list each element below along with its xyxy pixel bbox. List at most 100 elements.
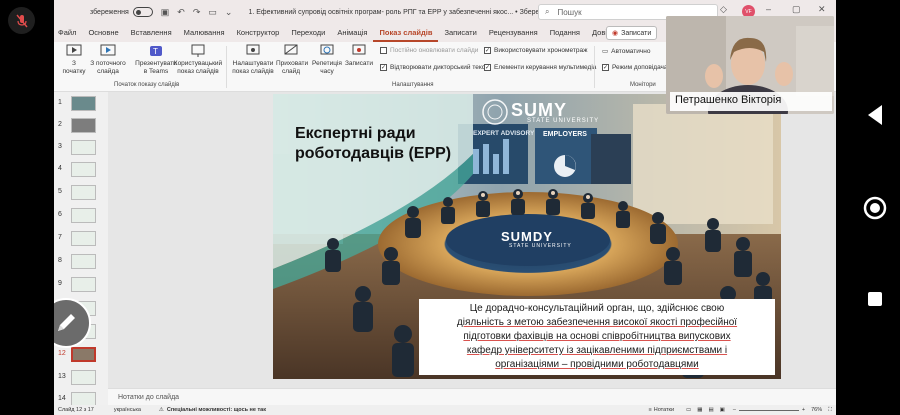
search-placeholder: Пошук [557, 7, 582, 17]
mic-off-icon[interactable] [8, 7, 35, 34]
teams-icon: T [150, 46, 162, 56]
tab-animations[interactable]: Анімація [331, 24, 373, 42]
notes-toggle[interactable]: Нотатки [654, 407, 674, 413]
from-start-button[interactable]: З початку [60, 44, 88, 76]
university-logo-subtitle: STATE UNIVERSITY [527, 118, 600, 124]
caption-line: Це дорадчо-консультаційний орган, що, зд… [469, 303, 725, 314]
tab-record[interactable]: Записати [438, 24, 482, 42]
reading-view-icon[interactable]: ▤ [708, 407, 713, 413]
slide-thumbnail[interactable]: 4 [56, 160, 106, 182]
divider [594, 46, 595, 88]
tab-view[interactable]: Подання [544, 24, 586, 42]
document-title: 1. Ефективний супровід освітніх програм-… [248, 8, 586, 16]
redo-icon[interactable]: ↷ [193, 7, 201, 18]
monitor-icon: ▭ [602, 48, 609, 55]
media-controls-checkbox[interactable]: ✓ Елементи керування мультимедіа [484, 64, 596, 71]
minimize-icon[interactable]: – [766, 4, 771, 14]
custom-show-icon [191, 44, 205, 57]
rehearse-icon [320, 44, 334, 55]
slideshow-view-icon[interactable]: ▣ [720, 407, 725, 413]
tab-insert[interactable]: Вставлення [125, 24, 178, 42]
rehearse-button[interactable]: Репетиція часу [312, 44, 342, 76]
timings-checkbox[interactable]: ✓ Використовувати хронометраж [484, 47, 587, 54]
monitor-select[interactable]: ▭ Автоматично [602, 47, 650, 56]
notes-pane[interactable]: Нотатки до слайда [108, 388, 836, 405]
setup-show-button[interactable]: Налаштувати показ слайдів [230, 44, 276, 76]
close-icon[interactable]: ✕ [818, 4, 826, 15]
group-label-start: Початок показу слайдів [114, 82, 180, 88]
zoom-slider[interactable] [738, 409, 799, 411]
caption-line: кафедр університету із зацікавленими під… [466, 345, 728, 356]
slide-thumbnail[interactable]: 2 [56, 116, 106, 138]
mic-off-glyph [15, 14, 28, 27]
maximize-icon[interactable]: ▢ [792, 4, 801, 15]
notes-icon[interactable]: ≡ [649, 407, 652, 413]
expert-advisory-sign: EXPERT ADVISORY [473, 130, 535, 137]
save-icon[interactable]: ▣ [161, 7, 170, 18]
custom-show-button[interactable]: Користувацький показ слайдів [172, 44, 224, 76]
normal-view-icon[interactable]: ▭ [686, 407, 691, 413]
slide-thumbnail[interactable]: 8 [56, 252, 106, 274]
slide-counter: Слайд 12 з 17 [58, 407, 94, 413]
checkbox-unchecked-icon [380, 47, 387, 54]
record-button[interactable]: ◉ Записати [606, 26, 658, 40]
slide-editing-area: Експертні ради роботодавців (ЕРР) SUMY S… [108, 92, 836, 388]
divider [226, 46, 227, 88]
checkbox-checked-icon: ✓ [602, 64, 609, 71]
pen-glyph [58, 314, 75, 331]
update-slides-checkbox[interactable]: Постійно оновлювати слайди [380, 47, 478, 54]
slide-thumbnail[interactable]: 13 [56, 368, 106, 390]
tab-home[interactable]: Основне [82, 24, 124, 42]
language-indicator[interactable]: українська [114, 407, 141, 413]
customize-toolbar-icon[interactable]: ⌄ [225, 7, 233, 18]
tab-review[interactable]: Рецензування [483, 24, 544, 42]
slide-thumbnail[interactable]: 1 [56, 94, 106, 116]
tab-draw[interactable]: Малювання [178, 24, 231, 42]
status-bar: Слайд 12 з 17 українська ⚠ Спеціальні мо… [54, 405, 836, 415]
slide-thumbnail-current[interactable]: 12 [56, 345, 106, 367]
autosave-toggle[interactable] [132, 7, 153, 17]
caption-line: підготовки фахівців на основі співробітн… [463, 331, 731, 342]
svg-text:T: T [153, 47, 158, 56]
fit-slide-icon[interactable]: ⛶ [828, 407, 832, 414]
employers-sign: EMPLOYERS [543, 131, 587, 138]
play-start-icon [66, 44, 82, 56]
table-logo-subtitle: STATE UNIVERSITY [509, 243, 572, 249]
recent-apps-icon[interactable] [867, 291, 883, 307]
zoom-level[interactable]: 76% [811, 407, 822, 413]
phone-screen: збереження ▣ ↶ ↷ ▭ ⌄ 1. Ефективний супро… [0, 0, 900, 415]
diamond-icon[interactable]: ◇ [720, 4, 727, 15]
zoom-in-icon[interactable]: + [802, 407, 805, 413]
tab-slide-show[interactable]: Показ слайдів [373, 24, 439, 42]
play-current-icon [100, 44, 116, 56]
slide-thumbnail[interactable]: 5 [56, 183, 106, 205]
record-ribbon-button[interactable]: Записати [344, 44, 374, 68]
undo-icon[interactable]: ↶ [177, 7, 185, 18]
caption-line: організаціями – провідними роботодавцями [495, 359, 699, 370]
record-slide-icon [352, 44, 366, 55]
sorter-view-icon[interactable]: ▦ [697, 407, 702, 413]
narration-checkbox[interactable]: ✓ Відтворювати дикторський текст [380, 64, 488, 71]
slide-title: Експертні ради роботодавців (ЕРР) [295, 125, 452, 162]
zoom-out-icon[interactable]: – [733, 407, 736, 413]
current-slide[interactable]: Експертні ради роботодавців (ЕРР) SUMY S… [273, 94, 781, 379]
accessibility-icon: ⚠ [158, 407, 164, 413]
slide-thumbnails-pane: 1 2 3 4 5 6 7 8 9 10 11 12 13 14 [54, 92, 108, 407]
slide-thumbnail[interactable]: 7 [56, 229, 106, 251]
from-current-button[interactable]: З поточного слайда [88, 44, 128, 76]
presenter-view-checkbox[interactable]: ✓ Режим доповідача [602, 64, 668, 71]
slide-thumbnail[interactable]: 6 [56, 206, 106, 228]
present-icon[interactable]: ▭ [208, 7, 217, 18]
slide-thumbnail[interactable]: 3 [56, 138, 106, 160]
slide-thumbnail[interactable]: 9 [56, 275, 106, 297]
checkbox-checked-icon: ✓ [484, 47, 491, 54]
slide-caption-box[interactable]: Це дорадчо-консультаційний орган, що, зд… [419, 299, 775, 375]
back-icon[interactable] [866, 104, 884, 126]
caption-line: діяльність з метою забезпечення високої … [456, 317, 738, 328]
tab-design[interactable]: Конструктор [231, 24, 286, 42]
accessibility-status[interactable]: Спеціальні можливості: щось не так [167, 407, 266, 413]
tab-transitions[interactable]: Переходи [285, 24, 331, 42]
tab-file[interactable]: Файл [54, 24, 82, 42]
home-icon[interactable] [863, 196, 887, 220]
hide-slide-button[interactable]: Приховати слайд [276, 44, 308, 76]
